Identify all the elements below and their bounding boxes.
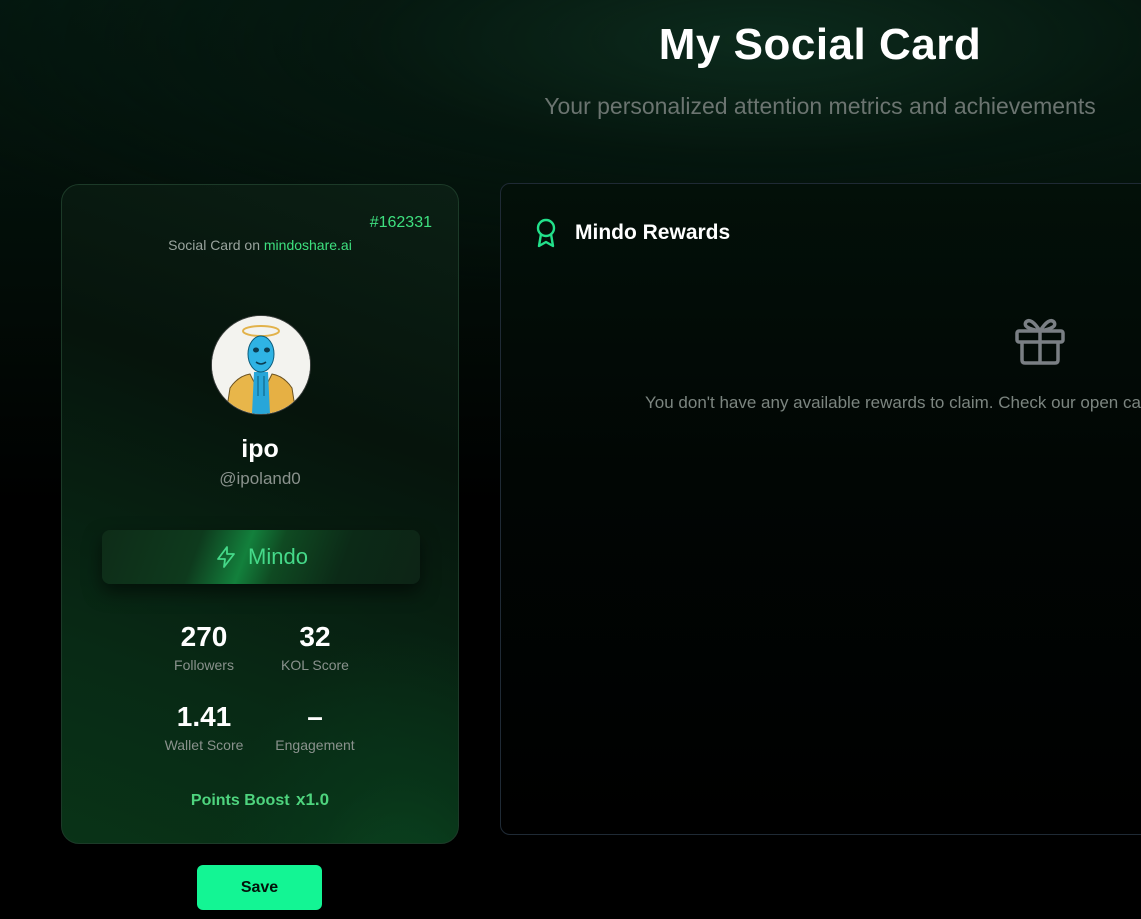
card-source: Social Card on mindoshare.ai [62,237,458,253]
rewards-title: Mindo Rewards [575,221,731,244]
wallet-score-label: Wallet Score [164,737,244,753]
points-boost-multiplier: x1.0 [296,790,330,809]
user-handle: @ipoland0 [219,469,301,488]
page-subtitle: Your personalized attention metrics and … [544,93,1096,119]
followers-label: Followers [174,657,234,673]
stat-kol-score: 32 KOL Score [255,621,375,673]
page-title: My Social Card [658,20,982,69]
kol-score-label: KOL Score [281,657,349,673]
lightning-bolt-icon [217,546,235,568]
points-boost-label: Points Boost [190,792,290,809]
stat-wallet-score: 1.41 Wallet Score [144,701,264,753]
social-card: #162331 Social Card on mindoshare.ai ipo… [61,184,459,844]
card-source-prefix: Social Card on [168,237,260,253]
card-id: #162331 [369,214,432,231]
engagement-label: Engagement [275,737,355,753]
empty-rewards-message: You don't have any available rewards to … [645,393,1141,412]
display-name: ipo [241,435,279,463]
engagement-value: – [307,701,323,732]
wallet-score-value: 1.41 [176,701,232,732]
gift-icon [1015,318,1065,365]
stat-engagement: – Engagement [255,701,375,753]
card-source-brand: mindoshare.ai [263,237,352,253]
followers-value: 270 [180,621,228,652]
rewards-header: Mindo Rewards [533,218,730,248]
points-boost: Points Boost x1.0 [62,790,458,810]
award-ribbon-icon [536,218,556,248]
save-button[interactable]: Save [197,865,322,910]
tier-badge[interactable]: Mindo [102,530,420,584]
avatar [211,315,311,415]
kol-score-value: 32 [299,621,331,652]
avatar-illustration [212,316,310,414]
stat-followers: 270 Followers [144,621,264,673]
tier-label: Mindo [248,544,308,569]
rewards-panel: Mindo Rewards You don't have any availab… [500,183,1141,835]
